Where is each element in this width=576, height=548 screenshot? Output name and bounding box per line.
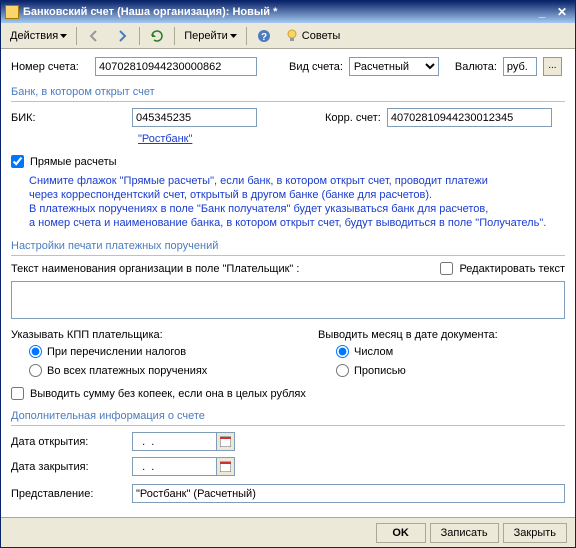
separator — [174, 27, 175, 45]
representation-label: Представление: — [11, 488, 126, 500]
close-date-calendar-button[interactable] — [217, 457, 235, 476]
edit-text-label: Редактировать текст — [459, 263, 565, 275]
currency-label: Валюта: — [455, 61, 497, 73]
kpp-all-radio[interactable] — [29, 364, 42, 377]
tips-button[interactable]: Советы — [279, 25, 345, 47]
close-date-input[interactable] — [132, 457, 217, 476]
form-body: Номер счета: Вид счета: Расчетный Валюта… — [1, 49, 575, 517]
account-no-label: Номер счета: — [11, 61, 89, 73]
direct-payments-label: Прямые расчеты — [30, 156, 117, 168]
no-kopecks-checkbox[interactable] — [11, 387, 24, 400]
hint-line: В платежных поручениях в поле "Банк полу… — [29, 202, 565, 216]
calendar-icon — [220, 461, 231, 472]
kpp-label: Указывать КПП плательщика: — [11, 329, 258, 341]
bank-link[interactable]: "Ростбанк" — [138, 133, 192, 145]
close-date-label: Дата закрытия: — [11, 461, 126, 473]
hint-line: Снимите флажок "Прямые расчеты", если ба… — [29, 174, 565, 188]
account-no-input[interactable] — [95, 57, 257, 76]
open-date-calendar-button[interactable] — [217, 432, 235, 451]
svg-text:?: ? — [261, 32, 267, 43]
refresh-icon — [149, 28, 165, 44]
save-button[interactable]: Записать — [430, 523, 499, 543]
section-bank: Банк, в котором открыт счет — [11, 86, 565, 102]
close-button[interactable]: Закрыть — [503, 523, 567, 543]
direct-payments-checkbox[interactable] — [11, 155, 24, 168]
arrow-right-icon — [114, 28, 130, 44]
account-type-select[interactable]: Расчетный — [349, 57, 439, 76]
goto-menu[interactable]: Перейти — [179, 27, 242, 45]
month-text-label: Прописью — [354, 365, 406, 377]
goto-label: Перейти — [184, 30, 228, 42]
open-date-label: Дата открытия: — [11, 436, 126, 448]
kpp-tax-radio[interactable] — [29, 345, 42, 358]
chevron-down-icon — [230, 34, 237, 38]
refresh-button[interactable] — [144, 25, 170, 47]
ok-button[interactable]: OK — [376, 523, 426, 543]
back-button[interactable] — [81, 25, 107, 47]
chevron-down-icon — [60, 34, 67, 38]
section-extra: Дополнительная информация о счете — [11, 410, 565, 426]
calendar-icon — [220, 436, 231, 447]
payer-text-label: Текст наименования организации в поле "П… — [11, 263, 434, 275]
actions-menu[interactable]: Действия — [5, 27, 72, 45]
toolbar: Действия Перейти ? Советы — [1, 23, 575, 49]
hint-text: Снимите флажок "Прямые расчеты", если ба… — [29, 174, 565, 230]
kpp-all-label: Во всех платежных поручениях — [47, 365, 207, 377]
month-label: Выводить месяц в дате документа: — [318, 329, 565, 341]
hint-line: а номер счета и наименование банка, в ко… — [29, 216, 565, 230]
titlebar: Банковский счет (Наша организация): Новы… — [1, 1, 575, 23]
edit-text-checkbox[interactable] — [440, 262, 453, 275]
window-title: Банковский счет (Наша организация): Новы… — [23, 6, 531, 18]
minimize-button[interactable]: _ — [533, 4, 551, 20]
help-icon: ? — [256, 28, 272, 44]
bik-input[interactable] — [132, 108, 257, 127]
actions-label: Действия — [10, 30, 58, 42]
payer-text-area[interactable] — [11, 281, 565, 319]
kpp-tax-label: При перечислении налогов — [47, 346, 186, 358]
help-button[interactable]: ? — [251, 25, 277, 47]
open-date-input[interactable] — [132, 432, 217, 451]
hint-line: через корреспондентский счет, открытый в… — [29, 188, 565, 202]
corr-input[interactable] — [387, 108, 552, 127]
bik-label: БИК: — [11, 112, 126, 124]
currency-input[interactable] — [503, 57, 537, 76]
arrow-left-icon — [86, 28, 102, 44]
forward-button[interactable] — [109, 25, 135, 47]
bulb-icon — [284, 28, 300, 44]
window-icon — [5, 5, 19, 19]
month-text-radio[interactable] — [336, 364, 349, 377]
account-type-label: Вид счета: — [289, 61, 343, 73]
month-num-label: Числом — [354, 346, 393, 358]
close-window-button[interactable]: ✕ — [553, 4, 571, 20]
representation-input[interactable] — [132, 484, 565, 503]
corr-label: Корр. счет: — [325, 112, 381, 124]
separator — [246, 27, 247, 45]
currency-select-button[interactable]: ... — [543, 57, 562, 76]
separator — [76, 27, 77, 45]
footer: OK Записать Закрыть — [1, 517, 575, 547]
separator — [139, 27, 140, 45]
month-num-radio[interactable] — [336, 345, 349, 358]
no-kopecks-label: Выводить сумму без копеек, если она в це… — [30, 388, 306, 400]
section-print: Настройки печати платежных поручений — [11, 240, 565, 256]
tips-label: Советы — [302, 30, 340, 42]
